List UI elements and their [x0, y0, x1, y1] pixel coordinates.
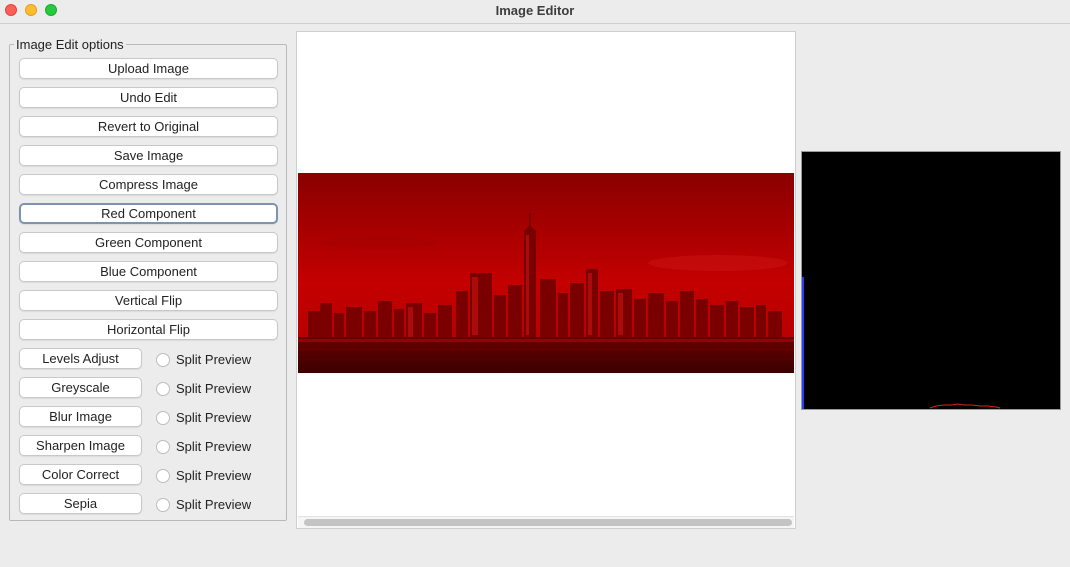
blur-image-split-preview-radio[interactable]	[156, 411, 170, 425]
title-bar: Image Editor	[0, 0, 1070, 24]
sepia-button[interactable]: Sepia	[19, 493, 142, 514]
window-title: Image Editor	[495, 3, 575, 18]
blur-image-button[interactable]: Blur Image	[19, 406, 142, 427]
color-correct-button[interactable]: Color Correct	[19, 464, 142, 485]
split-preview-label: Split Preview	[176, 352, 252, 367]
scrollbar-thumb[interactable]	[304, 519, 792, 526]
color-correct-split-preview-radio[interactable]	[156, 469, 170, 483]
split-preview-label: Split Preview	[176, 410, 252, 425]
blue-component-button[interactable]: Blue Component	[19, 261, 278, 282]
edit-options-title: Image Edit options	[14, 37, 126, 52]
vertical-flip-button[interactable]: Vertical Flip	[19, 290, 278, 311]
sharpen-image-split-preview-radio[interactable]	[156, 440, 170, 454]
edited-image	[298, 173, 794, 373]
split-preview-label: Split Preview	[176, 381, 252, 396]
upload-image-button[interactable]: Upload Image	[19, 58, 278, 79]
red-component-button[interactable]: Red Component	[19, 203, 278, 224]
greyscale-button[interactable]: Greyscale	[19, 377, 142, 398]
split-preview-label: Split Preview	[176, 497, 252, 512]
save-image-button[interactable]: Save Image	[19, 145, 278, 166]
levels-adjust-button[interactable]: Levels Adjust	[19, 348, 142, 369]
sepia-split-preview-radio[interactable]	[156, 498, 170, 512]
histogram-panel	[801, 151, 1061, 410]
split-preview-label: Split Preview	[176, 439, 252, 454]
green-component-button[interactable]: Green Component	[19, 232, 278, 253]
split-preview-label: Split Preview	[176, 468, 252, 483]
compress-image-button[interactable]: Compress Image	[19, 174, 278, 195]
sharpen-image-button[interactable]: Sharpen Image	[19, 435, 142, 456]
horizontal-scrollbar[interactable]	[298, 516, 794, 528]
horizontal-flip-button[interactable]: Horizontal Flip	[19, 319, 278, 340]
undo-edit-button[interactable]: Undo Edit	[19, 87, 278, 108]
greyscale-split-preview-radio[interactable]	[156, 382, 170, 396]
levels-adjust-split-preview-radio[interactable]	[156, 353, 170, 367]
revert-to-original-button[interactable]: Revert to Original	[19, 116, 278, 137]
image-canvas[interactable]	[296, 31, 796, 529]
